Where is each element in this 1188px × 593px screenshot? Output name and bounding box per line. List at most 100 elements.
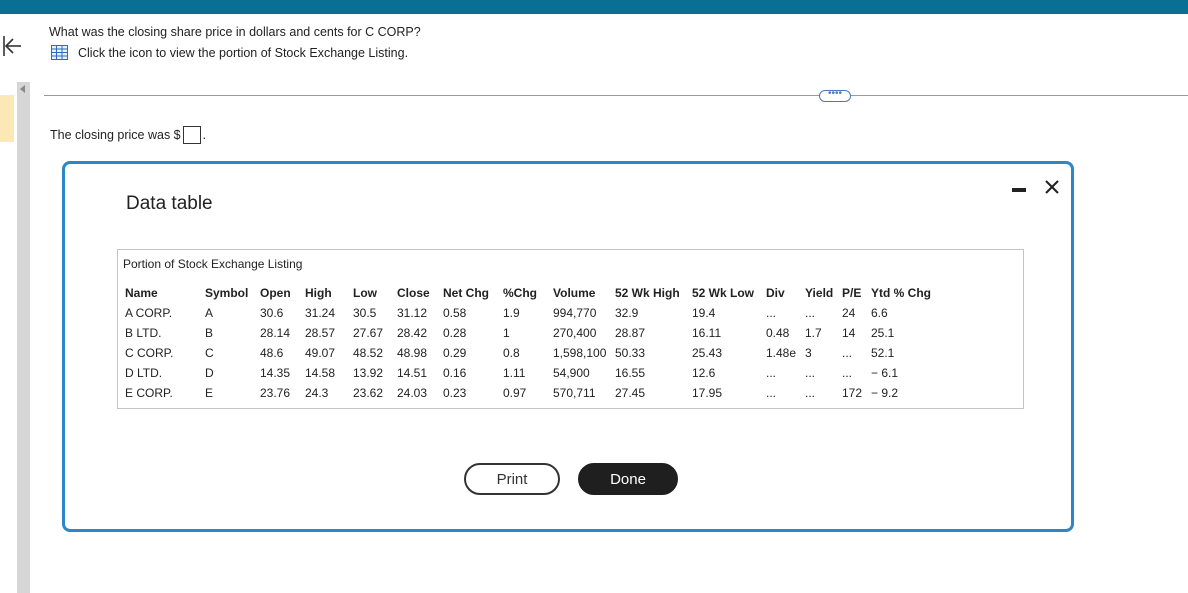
table-cell: 52.1 — [871, 346, 895, 360]
column-header: Yield — [805, 286, 834, 300]
column-header: Low — [353, 286, 377, 300]
table-cell: 0.48 — [766, 326, 790, 340]
table-cell: − 6.1 — [871, 366, 899, 380]
table-cell: ... — [766, 306, 777, 320]
table-cell: 17.95 — [692, 386, 723, 400]
table-cell: 16.11 — [692, 326, 722, 340]
table-cell: 16.55 — [615, 366, 646, 380]
column-header: P/E — [842, 286, 862, 300]
column-header: High — [305, 286, 332, 300]
column-header: Ytd % Chg — [871, 286, 931, 300]
table-cell: 50.33 — [615, 346, 646, 360]
more-button[interactable]: •••• — [819, 89, 851, 102]
table-cell: 48.6 — [260, 346, 284, 360]
table-cell: 1.9 — [503, 306, 520, 320]
table-cell: 24 — [842, 306, 856, 320]
scroll-up-icon[interactable] — [20, 85, 25, 93]
table-cell: 1,598,100 — [553, 346, 607, 360]
answer-prefix: The closing price was $ — [50, 128, 181, 142]
table-cell: ... — [842, 366, 853, 380]
stock-listing-panel: Portion of Stock Exchange Listing Name Sy… — [117, 249, 1024, 409]
table-cell: 54,900 — [553, 366, 590, 380]
table-cell: B LTD. — [125, 326, 162, 340]
table-cell: 14.58 — [305, 366, 336, 380]
table-cell: 49.07 — [305, 346, 336, 360]
table-cell: A CORP. — [125, 306, 173, 320]
table-cell: D LTD. — [125, 366, 163, 380]
table-cell: ... — [805, 366, 816, 380]
column-header: 52 Wk High — [615, 286, 680, 300]
table-cell: 48.52 — [353, 346, 384, 360]
table-cell: 0.16 — [443, 366, 467, 380]
table-cell: C CORP. — [125, 346, 174, 360]
table-cell: 0.58 — [443, 306, 467, 320]
answer-input[interactable] — [182, 126, 201, 144]
table-cell: ... — [766, 366, 777, 380]
column-header: 52 Wk Low — [692, 286, 755, 300]
table-cell: 172 — [842, 386, 863, 400]
table-cell: 27.45 — [615, 386, 646, 400]
table-cell: 1.7 — [805, 326, 822, 340]
table-cell: 1.48e — [766, 346, 797, 360]
scrollbar[interactable] — [17, 82, 30, 593]
table-cell: − 9.2 — [871, 386, 899, 400]
done-button[interactable]: Done — [578, 463, 678, 495]
column-header: %Chg — [503, 286, 537, 300]
table-cell: 28.87 — [615, 326, 646, 340]
table-cell: B — [205, 326, 214, 340]
table-cell: A — [205, 306, 214, 320]
table-cell: 30.5 — [353, 306, 377, 320]
modal-title: Data table — [126, 193, 213, 214]
table-cell: E — [205, 386, 214, 400]
table-cell: 31.12 — [397, 306, 428, 320]
table-cell: 12.6 — [692, 366, 716, 380]
back-arrow-icon[interactable] — [2, 34, 22, 58]
table-cell: 994,770 — [553, 306, 597, 320]
table-cell: 28.14 — [260, 326, 291, 340]
table-cell: 270,400 — [553, 326, 597, 340]
table-cell: 31.24 — [305, 306, 336, 320]
column-header: Volume — [553, 286, 596, 300]
minimize-icon[interactable] — [1012, 188, 1026, 192]
icon-instruction-line: Click the icon to view the portion of St… — [51, 45, 408, 60]
table-cell: 32.9 — [615, 306, 639, 320]
table-cell: C — [205, 346, 214, 360]
question-text: What was the closing share price in doll… — [49, 25, 421, 39]
table-cell: ... — [805, 386, 816, 400]
column-header: Close — [397, 286, 430, 300]
table-cell: 14.51 — [397, 366, 428, 380]
table-cell: 13.92 — [353, 366, 384, 380]
table-cell: 23.62 — [353, 386, 384, 400]
column-header: Div — [766, 286, 785, 300]
table-cell: 0.28 — [443, 326, 467, 340]
divider — [44, 95, 1188, 96]
table-cell: 14.35 — [260, 366, 291, 380]
table-cell: 30.6 — [260, 306, 284, 320]
table-cell: D — [205, 366, 214, 380]
table-cell: 28.42 — [397, 326, 428, 340]
table-cell: 48.98 — [397, 346, 428, 360]
close-icon[interactable] — [1043, 178, 1061, 196]
table-cell: 24.3 — [305, 386, 329, 400]
side-tab — [0, 95, 14, 142]
table-cell: 19.4 — [692, 306, 716, 320]
answer-line: The closing price was $ . — [50, 126, 206, 144]
table-cell: 1 — [503, 326, 510, 340]
print-button[interactable]: Print — [464, 463, 560, 495]
table-cell: 23.76 — [260, 386, 291, 400]
table-cell: 6.6 — [871, 306, 888, 320]
table-cell: 570,711 — [553, 386, 596, 400]
data-table-modal: Data table Portion of Stock Exchange Lis… — [62, 161, 1074, 532]
table-cell: 28.57 — [305, 326, 336, 340]
table-grid-icon[interactable] — [51, 45, 68, 60]
table-cell: 25.43 — [692, 346, 723, 360]
table-cell: 0.23 — [443, 386, 467, 400]
column-header: Symbol — [205, 286, 249, 300]
table-cell: 14 — [842, 326, 856, 340]
table-cell: 0.97 — [503, 386, 527, 400]
table-cell: ... — [842, 346, 853, 360]
table-cell: 0.29 — [443, 346, 467, 360]
column-header: Net Chg — [443, 286, 489, 300]
column-header: Name — [125, 286, 158, 300]
listing-title: Portion of Stock Exchange Listing — [123, 257, 303, 271]
